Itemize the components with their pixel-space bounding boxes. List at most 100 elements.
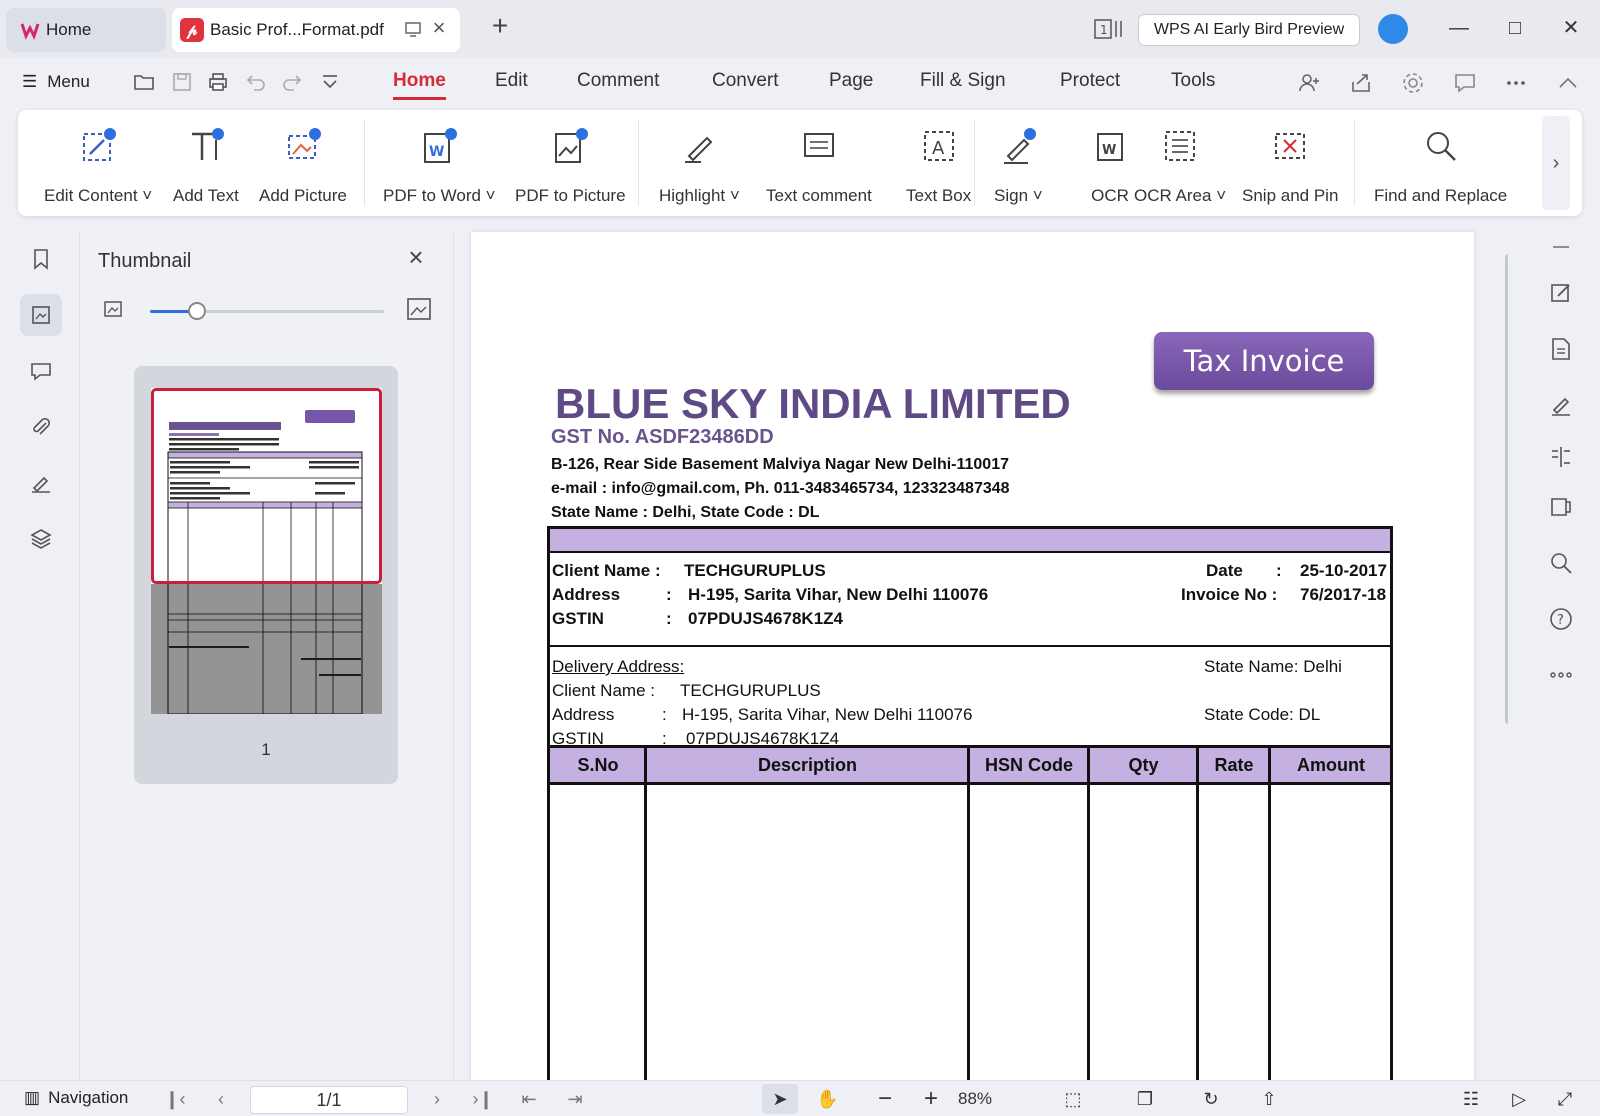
pdf-page[interactable]: Tax Invoice BLUE SKY INDIA LIMITED GST N… <box>471 232 1474 1080</box>
tab-edit[interactable]: Edit <box>495 70 528 100</box>
page-thumbnail[interactable]: 1 <box>134 366 398 784</box>
export-icon[interactable]: ⇧ <box>1258 1089 1280 1111</box>
menu-button[interactable]: ☰ Menu <box>22 68 90 96</box>
settings-gear-icon[interactable] <box>1400 70 1426 96</box>
new-tab-icon[interactable]: + <box>486 12 514 41</box>
play-slideshow-icon[interactable]: ▷ <box>1508 1089 1530 1111</box>
ocr-area-button[interactable]: OCR Area ˅ <box>1134 110 1226 216</box>
cursor-arrow-icon[interactable]: ➤ <box>769 1089 791 1111</box>
find-and-replace-button[interactable]: Find and Replace <box>1374 110 1507 216</box>
pdf-to-picture-button[interactable]: PDF to Picture <box>515 110 626 216</box>
tab-protect[interactable]: Protect <box>1060 70 1120 100</box>
shrink-thumbnail-icon[interactable] <box>102 298 124 320</box>
last-page-icon[interactable]: ›❙ <box>472 1089 494 1111</box>
navigation-toggle[interactable]: ▥ Navigation <box>24 1088 128 1108</box>
minimize-icon[interactable]: — <box>1444 14 1474 44</box>
thumbnail-size-slider[interactable] <box>150 302 384 320</box>
add-picture-button[interactable]: Add Picture <box>259 110 347 216</box>
tab-tools[interactable]: Tools <box>1171 70 1215 100</box>
wps-ai-button[interactable]: WPS AI Early Bird Preview <box>1138 14 1360 46</box>
message-icon[interactable] <box>1452 70 1478 96</box>
tab-home[interactable]: Home <box>393 70 446 100</box>
tab-fill-sign[interactable]: Fill & Sign <box>920 70 1006 100</box>
document-view[interactable]: Tax Invoice BLUE SKY INDIA LIMITED GST N… <box>455 232 1511 1080</box>
client-name-label: Client Name : <box>552 561 661 580</box>
fullscreen-icon[interactable]: ⤢ <box>1554 1089 1576 1111</box>
document-tab[interactable]: 𝓅 Basic Prof...Format.pdf × <box>172 8 460 52</box>
save-icon[interactable] <box>170 70 194 94</box>
back-view-icon[interactable]: ⇤ <box>518 1089 540 1111</box>
add-text-button[interactable]: Add Text <box>173 110 239 216</box>
fit-page-icon[interactable]: ⬚ <box>1062 1089 1084 1111</box>
close-window-icon[interactable]: ✕ <box>1556 14 1586 44</box>
signature-panel-icon[interactable] <box>20 462 62 504</box>
redo-icon[interactable] <box>280 70 304 94</box>
ocr-button[interactable]: W OCR <box>1090 110 1130 216</box>
text-comment-icon <box>803 133 834 157</box>
translate-book-icon[interactable] <box>1548 494 1574 520</box>
edit-content-button[interactable]: Edit Content ˅ <box>44 110 152 216</box>
bookmark-icon[interactable] <box>20 238 62 280</box>
pdf-to-word-button[interactable]: W PDF to Word ˅ <box>383 110 496 216</box>
compare-icon[interactable] <box>1548 444 1574 470</box>
help-icon[interactable]: ? <box>1548 606 1574 632</box>
tab-page[interactable]: Page <box>829 70 873 100</box>
collapse-ribbon-icon[interactable] <box>1555 70 1581 96</box>
close-tab-icon[interactable]: × <box>428 17 450 40</box>
address-label: Address <box>552 585 621 604</box>
zoom-level[interactable]: 88% <box>958 1089 992 1109</box>
print-icon[interactable] <box>206 70 230 94</box>
maximize-icon[interactable]: □ <box>1500 14 1530 44</box>
highlight-button[interactable]: Highlight ˅ <box>659 110 740 216</box>
reading-mode-icon[interactable]: ☷ <box>1460 1089 1482 1111</box>
sign-button[interactable]: Sign ˅ <box>994 110 1043 216</box>
enlarge-thumbnail-icon[interactable] <box>406 296 432 322</box>
svg-text:?: ? <box>1557 613 1564 628</box>
next-page-icon[interactable]: › <box>426 1089 448 1111</box>
home-tab[interactable]: Home <box>6 8 166 52</box>
first-page-icon[interactable]: ❙‹ <box>164 1089 186 1111</box>
forward-view-icon[interactable]: ⇥ <box>564 1089 586 1111</box>
hand-tool-icon[interactable]: ✋ <box>816 1089 838 1111</box>
delivery-address-colon: : <box>662 705 667 724</box>
zoom-in-icon[interactable]: + <box>920 1087 942 1111</box>
tab-comment[interactable]: Comment <box>577 70 659 100</box>
collapse-panel-icon[interactable] <box>1548 234 1574 260</box>
rotate-page-icon[interactable]: ↻ <box>1200 1089 1222 1111</box>
gst-number: GST No. ASDF23486DD <box>551 426 774 448</box>
search-icon[interactable] <box>1548 550 1574 576</box>
more-options-icon[interactable] <box>1503 70 1529 96</box>
account-avatar-icon[interactable] <box>1378 14 1408 44</box>
thumbnail-panel-icon[interactable] <box>20 294 62 336</box>
pdf-to-picture-label: PDF to Picture <box>515 186 626 205</box>
ribbon-scroll-right-icon[interactable]: › <box>1542 116 1570 210</box>
document-info-icon[interactable] <box>1548 336 1574 362</box>
zoom-out-icon[interactable]: − <box>874 1087 896 1111</box>
tab-convert[interactable]: Convert <box>712 70 779 100</box>
comments-icon[interactable] <box>20 350 62 392</box>
ribbon-separator <box>1354 120 1355 206</box>
monitor-icon[interactable] <box>404 20 422 38</box>
layers-icon[interactable] <box>20 518 62 560</box>
text-box-button[interactable]: A Text Box <box>906 110 971 216</box>
page-number-input[interactable]: 1/1 <box>250 1086 408 1114</box>
attachment-icon[interactable] <box>20 406 62 448</box>
text-comment-button[interactable]: Text comment <box>766 110 872 216</box>
slider-handle[interactable] <box>188 302 206 320</box>
undo-icon[interactable] <box>244 70 268 94</box>
open-folder-icon[interactable] <box>132 70 156 94</box>
sign-tool-icon[interactable] <box>1548 392 1574 418</box>
close-panel-icon[interactable]: × <box>402 244 430 272</box>
customize-toolbar-icon[interactable] <box>318 70 342 94</box>
company-address: B-126, Rear Side Basement Malviya Nagar … <box>551 456 1009 473</box>
snip-and-pin-button[interactable]: Snip and Pin <box>1242 110 1338 216</box>
column-header-amount: Amount <box>1297 754 1365 775</box>
page-view-mode-icon[interactable]: ❐ <box>1134 1089 1156 1111</box>
add-user-icon[interactable] <box>1296 70 1322 96</box>
company-contact: e-mail : info@gmail.com, Ph. 011-3483465… <box>551 480 1010 497</box>
previous-page-icon[interactable]: ‹ <box>210 1089 232 1111</box>
share-icon[interactable] <box>1348 70 1374 96</box>
page-layout-icon[interactable]: 1 <box>1094 18 1126 40</box>
edit-properties-icon[interactable] <box>1548 280 1574 306</box>
more-tools-icon[interactable] <box>1548 662 1574 688</box>
